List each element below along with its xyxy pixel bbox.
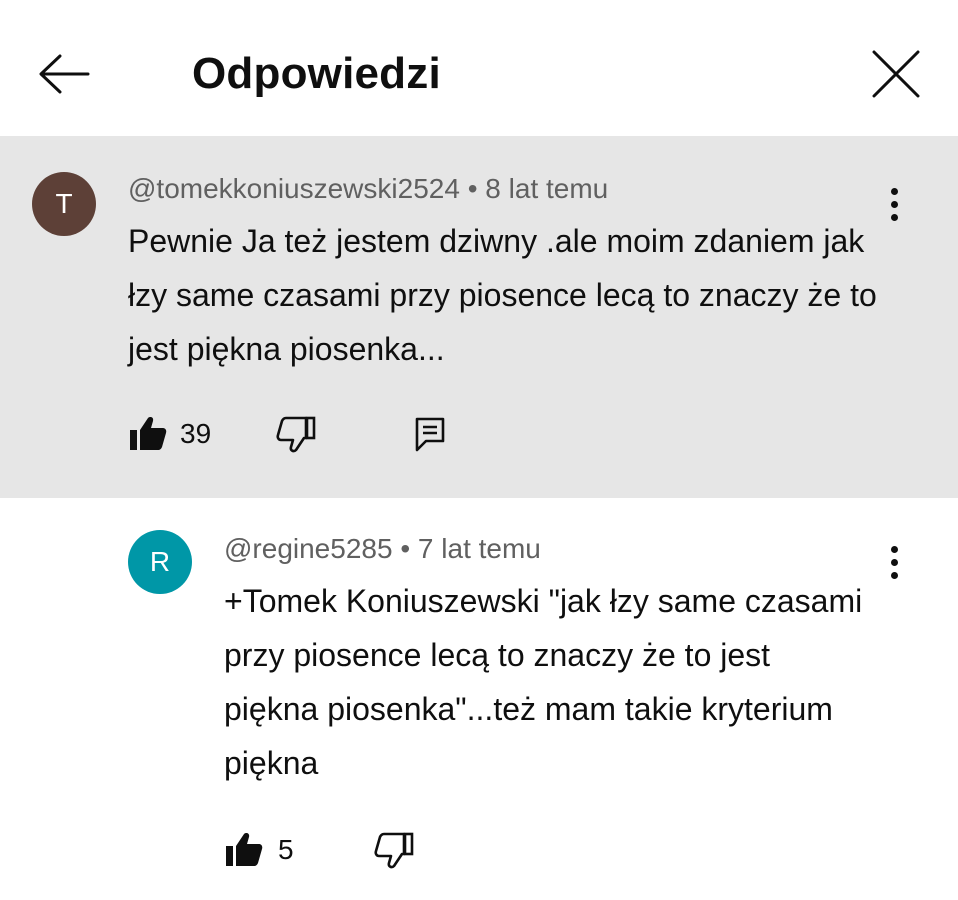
comment-author[interactable]: @tomekkoniuszewski2524 bbox=[128, 173, 460, 204]
like-button[interactable]: 5 bbox=[224, 830, 294, 870]
comment-meta: @regine5285 • 7 lat temu bbox=[224, 532, 541, 566]
avatar[interactable]: R bbox=[128, 530, 192, 594]
like-button[interactable]: 39 bbox=[128, 414, 211, 454]
avatar-letter: T bbox=[55, 188, 73, 219]
back-button[interactable] bbox=[32, 46, 96, 102]
arrow-left-icon bbox=[39, 54, 90, 94]
comment-meta: @tomekkoniuszewski2524 • 8 lat temu bbox=[128, 172, 608, 206]
reply-comment-icon bbox=[415, 417, 445, 452]
more-vertical-icon bbox=[890, 545, 898, 553]
meta-separator: • bbox=[400, 533, 411, 564]
thumbs-up-filled-icon bbox=[130, 417, 167, 450]
dislike-button[interactable] bbox=[276, 414, 316, 454]
dislike-button[interactable] bbox=[374, 830, 414, 870]
avatar[interactable]: T bbox=[32, 172, 96, 236]
reply-comment: R @regine5285 • 7 lat temu +Tomek Konius… bbox=[0, 498, 958, 900]
comment-author[interactable]: @regine5285 bbox=[224, 533, 393, 564]
page-title: Odpowiedzi bbox=[192, 49, 441, 98]
meta-separator: • bbox=[467, 173, 478, 204]
comment-text: +Tomek Koniuszewski "jak łzy same czasam… bbox=[224, 583, 863, 781]
avatar-letter: R bbox=[149, 546, 171, 577]
thumbs-down-icon bbox=[276, 416, 316, 453]
reply-button[interactable] bbox=[412, 414, 448, 454]
header: Odpowiedzi bbox=[0, 0, 958, 136]
comment-text: Pewnie Ja też jestem dziwny .ale moim zd… bbox=[128, 223, 877, 367]
comment-time[interactable]: 8 lat temu bbox=[485, 173, 608, 204]
thumbs-up-filled-icon bbox=[226, 833, 263, 866]
close-icon bbox=[872, 50, 920, 98]
comment-time[interactable]: 7 lat temu bbox=[418, 533, 541, 564]
more-options-button[interactable] bbox=[874, 534, 914, 590]
parent-comment: T @tomekkoniuszewski2524 • 8 lat temu Pe… bbox=[0, 136, 958, 498]
thumbs-down-icon bbox=[374, 832, 414, 869]
like-count: 39 bbox=[180, 418, 212, 449]
more-vertical-icon bbox=[890, 187, 898, 195]
like-count: 5 bbox=[278, 834, 294, 865]
close-button[interactable] bbox=[862, 40, 930, 108]
